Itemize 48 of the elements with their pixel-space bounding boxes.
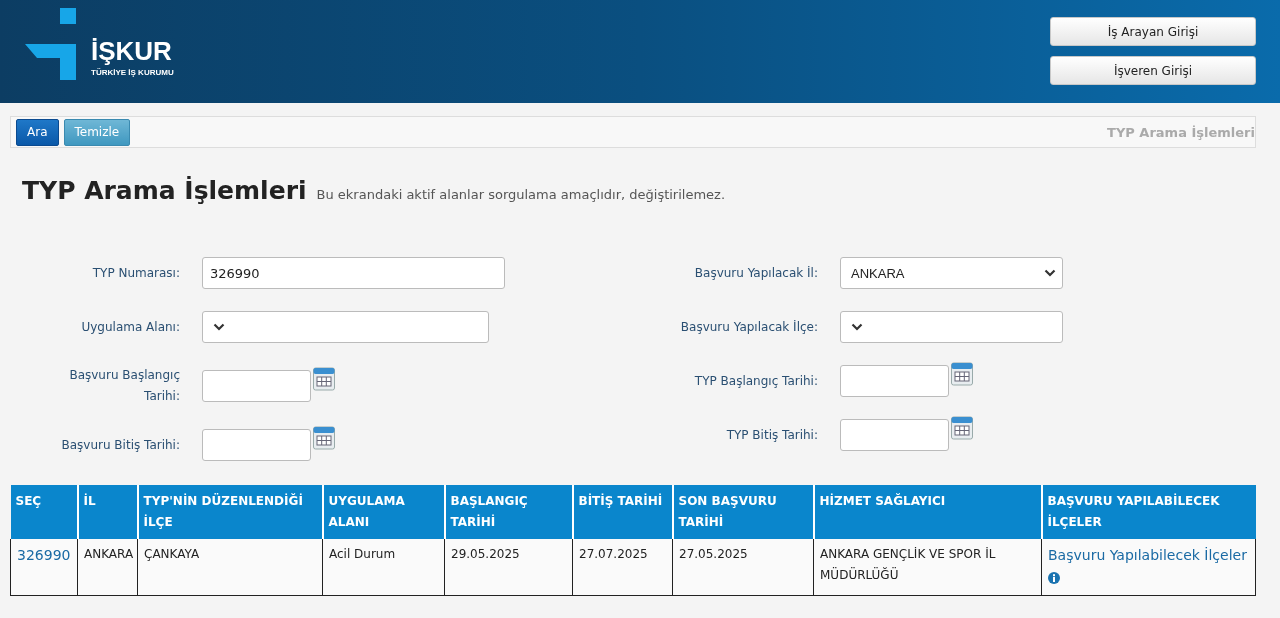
column-header: BAŞLANGIÇ TARİHİ: [444, 485, 573, 539]
page-title: TYP Arama İşlemleri: [22, 176, 307, 205]
chevron-icon: [213, 323, 225, 331]
field-label: TYP Başlangıç Tarihi:: [693, 372, 818, 390]
column-header: İL: [77, 485, 138, 539]
logo-name: İŞKUR: [91, 38, 173, 64]
field-label: Başvuru Bitiş Tarihi:: [60, 436, 180, 454]
column-header: TYP'NİN DÜZENLENDİĞİ İLÇE: [137, 485, 323, 539]
date-input[interactable]: [202, 370, 311, 402]
date-input[interactable]: [840, 365, 949, 397]
logo-subtitle: TÜRKİYE İŞ KURUMU: [91, 68, 174, 77]
column-header: SON BAŞVURU TARİHİ: [672, 485, 814, 539]
calendar-icon[interactable]: [951, 416, 973, 440]
table-cell: ANKARA GENÇLİK VE SPOR İL MÜDÜRLÜĞÜ: [813, 539, 1042, 596]
table-cell: 29.05.2025: [444, 539, 573, 596]
column-header: BİTİŞ TARİHİ: [572, 485, 673, 539]
calendar-icon[interactable]: [313, 367, 335, 391]
field-label: Başvuru Yapılacak İlçe:: [679, 318, 818, 336]
field-label: Başvuru Yapılacak İl:: [693, 264, 818, 282]
field-label: Başvuru Başlangıç Tarihi:: [68, 367, 180, 405]
toolbar-title: TYP Arama İşlemleri: [1107, 124, 1255, 140]
calendar-icon[interactable]: [951, 362, 973, 386]
login-button[interactable]: İş Arayan Girişi: [1050, 17, 1256, 46]
info-icon: [1048, 572, 1060, 584]
field-label: TYP Numarası:: [91, 264, 180, 282]
field-label: Uygulama Alanı:: [80, 318, 180, 336]
table-cell: Acil Durum: [322, 539, 445, 596]
page-subtitle: Bu ekrandaki aktif alanlar sorgulama amaçlıdır, değiştirilemez.: [316, 187, 726, 202]
column-header: UYGULAMA ALANI: [322, 485, 445, 539]
table-cell: 27.05.2025: [672, 539, 814, 596]
chevron-icon: [1044, 269, 1056, 277]
column-header: BAŞVURU YAPILABİLECEK İLÇELER: [1041, 485, 1256, 539]
column-header: HİZMET SAĞLAYICI: [813, 485, 1042, 539]
date-input[interactable]: [202, 429, 311, 461]
table-cell: ÇANKAYA: [137, 539, 323, 596]
dropdown[interactable]: [840, 311, 1063, 343]
column-header: SEÇ: [10, 485, 78, 539]
dropdown[interactable]: [202, 311, 489, 343]
table-cell: 27.07.2025: [572, 539, 673, 596]
input-field[interactable]: 326990: [202, 257, 505, 289]
chevron-icon: [851, 323, 863, 331]
calendar-icon[interactable]: [313, 426, 335, 450]
table-cell: ANKARA: [77, 539, 138, 596]
login-button[interactable]: İşveren Girişi: [1050, 56, 1256, 85]
date-input[interactable]: [840, 419, 949, 451]
field-label: TYP Bitiş Tarihi:: [725, 426, 818, 444]
dropdown[interactable]: ANKARA: [840, 257, 1063, 289]
search-button[interactable]: Ara: [16, 118, 59, 146]
